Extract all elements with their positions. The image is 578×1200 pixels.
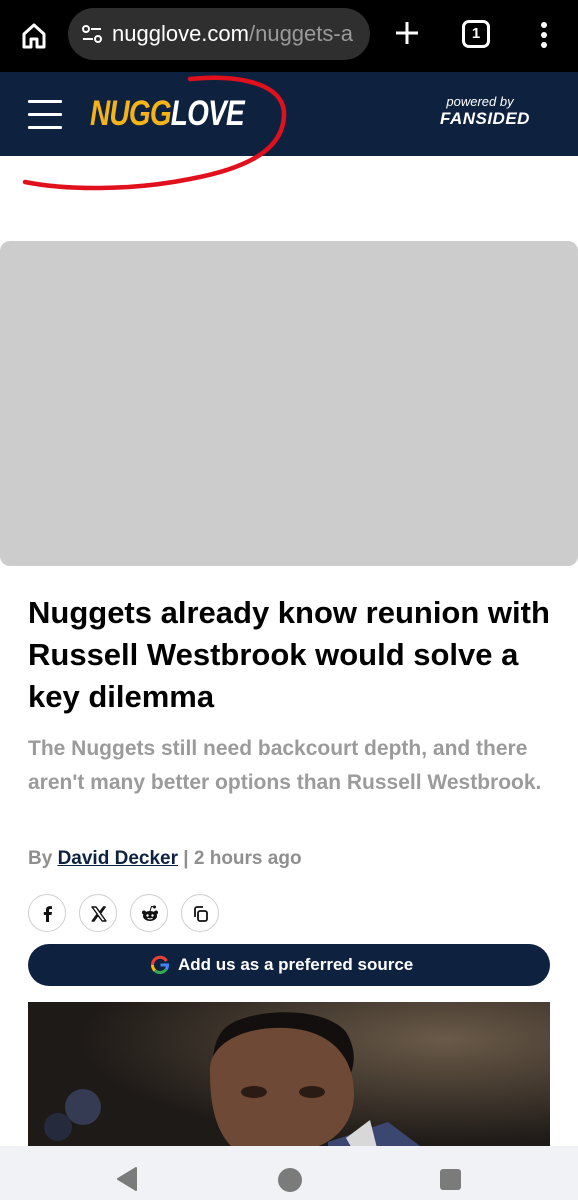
- tab-switcher-button[interactable]: 1: [462, 20, 490, 48]
- article-hero-image: [28, 1002, 550, 1152]
- url-domain: nugglove.com: [112, 21, 249, 46]
- fansided-logo: FANSIDED: [440, 109, 530, 128]
- preferred-source-label: Add us as a preferred source: [178, 955, 414, 974]
- article-headline: Nuggets already know reunion with Russel…: [28, 595, 550, 714]
- address-bar[interactable]: nugglove.com/nuggets-a: [68, 8, 370, 60]
- url-path: /nuggets-a: [248, 21, 353, 46]
- red-annotation-scribble: [22, 75, 287, 191]
- ad-placeholder: [0, 241, 578, 566]
- share-x-button[interactable]: [79, 894, 117, 932]
- byline-prefix: By: [28, 848, 53, 869]
- site-settings-icon[interactable]: [80, 22, 104, 46]
- home-nav-icon[interactable]: [278, 1168, 302, 1192]
- more-options-icon[interactable]: [530, 18, 558, 52]
- x-icon: [91, 906, 107, 922]
- powered-by-badge[interactable]: powered by FANSIDED: [440, 94, 530, 129]
- recents-icon[interactable]: [440, 1169, 461, 1190]
- browser-toolbar: nugglove.com/nuggets-a 1: [0, 0, 578, 72]
- article-timestamp: 2 hours ago: [193, 848, 302, 869]
- author-link[interactable]: David Decker: [58, 848, 178, 869]
- byline-separator: |: [183, 848, 189, 869]
- byline: By David Decker | 2 hours ago: [28, 848, 302, 870]
- new-tab-icon[interactable]: [392, 18, 422, 48]
- preferred-source-button[interactable]: Add us as a preferred source: [28, 944, 550, 986]
- powered-by-text: powered by: [446, 94, 514, 109]
- facebook-icon: [43, 906, 52, 922]
- google-icon: [150, 955, 170, 974]
- share-facebook-button[interactable]: [28, 894, 66, 932]
- copy-link-button[interactable]: [181, 894, 219, 932]
- reddit-icon: [142, 905, 158, 921]
- article-subheadline: The Nuggets still need backcourt depth, …: [28, 737, 542, 794]
- copy-link-icon: [194, 906, 208, 922]
- home-icon[interactable]: [16, 18, 52, 54]
- back-icon[interactable]: [116, 1166, 138, 1192]
- url-text[interactable]: nugglove.com/nuggets-a: [112, 21, 353, 47]
- share-reddit-button[interactable]: [130, 894, 168, 932]
